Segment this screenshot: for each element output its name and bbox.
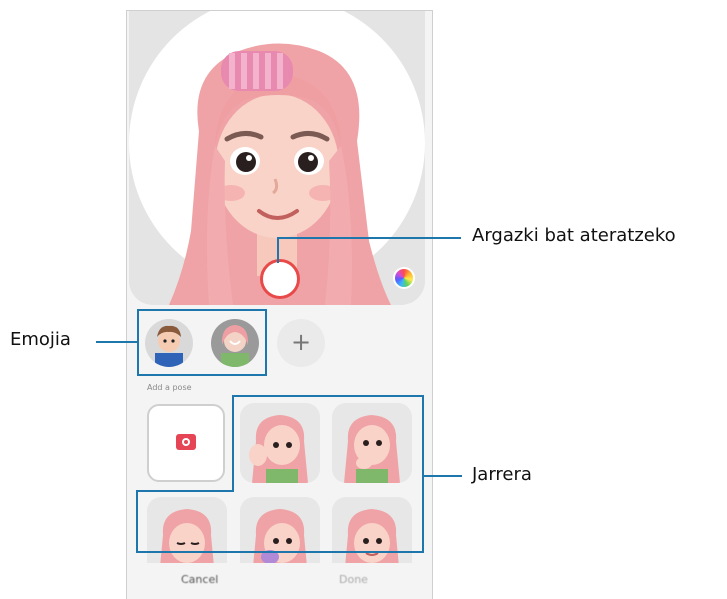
poses-callout-box <box>136 395 462 553</box>
poses-callout-label: Jarrera <box>472 464 532 485</box>
